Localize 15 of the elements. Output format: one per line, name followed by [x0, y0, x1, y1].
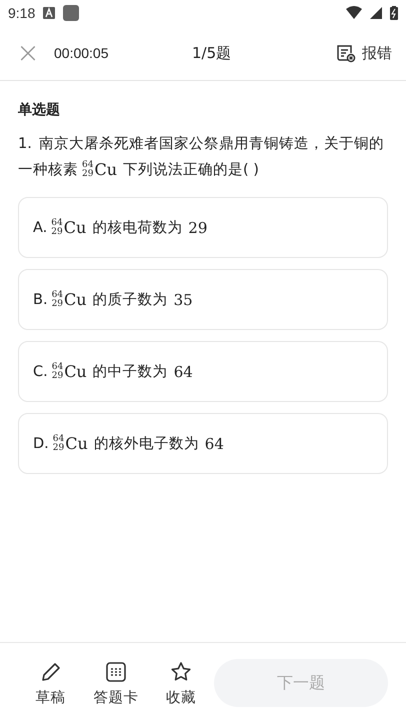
- toolbar-button[interactable]: 草稿: [18, 660, 84, 706]
- wifi-icon: [346, 6, 362, 20]
- notification-icon: [43, 7, 56, 19]
- battery-icon: [390, 6, 398, 20]
- report-error-button[interactable]: 报错: [336, 43, 392, 63]
- report-icon: [336, 43, 356, 63]
- timer: 00:00:05: [54, 45, 110, 61]
- question-type: 单选题: [18, 101, 61, 119]
- grid-icon: [104, 660, 128, 684]
- app-icon: [63, 5, 80, 21]
- toolbar-button[interactable]: 收藏: [148, 660, 214, 706]
- status-time: 9:18: [8, 5, 36, 21]
- signal-icon: [370, 7, 382, 19]
- star-icon: [169, 660, 194, 684]
- toolbar-button[interactable]: 答题卡: [83, 660, 149, 706]
